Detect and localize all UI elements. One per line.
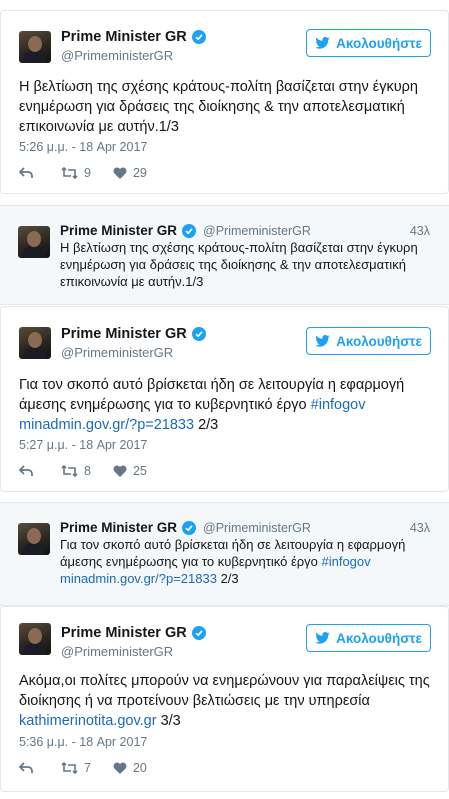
tweet-timestamp[interactable]: 5:26 μ.μ. - 18 Apr 2017 [19, 140, 147, 154]
thread-index: 3/3 [156, 713, 181, 729]
quoted-tweet-age[interactable]: 43λ [410, 521, 430, 535]
author-name[interactable]: Prime Minister GR [61, 625, 187, 641]
reply-icon [19, 465, 33, 476]
follow-label: Ακολουθήστε [336, 35, 422, 51]
retweet-count: 7 [84, 761, 91, 775]
thread-index: 2/3 [194, 417, 219, 433]
tweet-card-1: Prime Minister GR @PrimeministerGR Ακολο… [0, 10, 449, 194]
follow-label: Ακολουθήστε [336, 333, 422, 349]
follow-label: Ακολουθήστε [336, 630, 422, 646]
verified-badge-icon [182, 223, 197, 238]
thread-index: 2/3 [216, 571, 239, 586]
reply-button[interactable] [19, 465, 39, 477]
author-name[interactable]: Prime Minister GR [60, 520, 177, 535]
retweet-button[interactable]: 9 [61, 166, 91, 180]
quoted-tweet-header: Prime Minister GR @PrimeministerGR [60, 223, 311, 238]
twitter-bird-icon [315, 632, 330, 644]
follow-button[interactable]: Ακολουθήστε [306, 624, 431, 652]
author-handle[interactable]: @PrimeministerGR [203, 224, 311, 238]
hashtag-link[interactable]: #infogov [321, 554, 370, 569]
retweet-icon [61, 465, 78, 477]
author-handle[interactable]: @PrimeministerGR [61, 345, 173, 360]
like-button[interactable]: 20 [113, 761, 147, 775]
twitter-bird-icon [315, 37, 330, 49]
author-handle[interactable]: @PrimeministerGR [203, 521, 311, 535]
retweet-button[interactable]: 8 [61, 464, 91, 478]
heart-icon [113, 762, 127, 774]
author-handle[interactable]: @PrimeministerGR [61, 48, 173, 63]
heart-icon [113, 167, 127, 179]
hashtag-link[interactable]: #infogov [311, 397, 366, 413]
retweet-icon [61, 762, 78, 774]
verified-badge-icon [191, 626, 206, 640]
tweet-text-body: Ακόμα,οι πολίτες μπορούν να ενημερώνουν … [19, 673, 430, 709]
avatar[interactable] [18, 226, 50, 258]
author-name[interactable]: Prime Minister GR [61, 326, 187, 342]
avatar[interactable] [19, 623, 51, 655]
quoted-tweet-header: Prime Minister GR @PrimeministerGR [60, 520, 311, 535]
heart-icon [113, 465, 127, 477]
quoted-tweet-1[interactable]: Prime Minister GR @PrimeministerGR 43λ Η… [0, 205, 449, 305]
like-count: 20 [132, 761, 147, 775]
quoted-tweet-2[interactable]: Prime Minister GR @PrimeministerGR 43λ Γ… [0, 502, 449, 606]
reply-icon [19, 762, 33, 773]
twitter-bird-icon [315, 335, 330, 347]
reply-button[interactable] [19, 167, 39, 179]
tweet-text: Ακόμα,οι πολίτες μπορούν να ενημερώνουν … [19, 671, 439, 731]
verified-badge-icon [191, 30, 206, 44]
reply-icon [19, 167, 33, 178]
avatar[interactable] [19, 31, 51, 63]
verified-badge-icon [191, 327, 206, 341]
tweet-text: Η βελτίωση της σχέσης κράτους-πολίτη βασ… [19, 79, 418, 135]
url-link[interactable]: kathimerinotita.gov.gr [19, 713, 157, 729]
retweet-icon [61, 167, 78, 179]
author-handle[interactable]: @PrimeministerGR [61, 644, 173, 659]
tweet-text: Για τον σκοπό αυτό βρίσκεται ήδη σε λειτ… [19, 375, 439, 435]
quoted-tweet-text: Για τον σκοπό αυτό βρίσκεται ήδη σε λειτ… [60, 536, 440, 587]
tweet-actions: 9 29 [19, 166, 169, 180]
retweet-count: 9 [84, 166, 91, 180]
author-name[interactable]: Prime Minister GR [60, 223, 177, 238]
quoted-tweet-age[interactable]: 43λ [410, 224, 430, 238]
reply-button[interactable] [19, 762, 39, 774]
verified-badge-icon [182, 520, 197, 535]
tweet-timestamp[interactable]: 5:27 μ.μ. - 18 Apr 2017 [19, 438, 147, 452]
author-name-row: Prime Minister GR [61, 326, 206, 342]
quoted-tweet-text: Η βελτίωση της σχέσης κράτους-πολίτη βασ… [60, 240, 418, 289]
like-count: 29 [132, 166, 147, 180]
like-button[interactable]: 25 [113, 464, 147, 478]
like-button[interactable]: 29 [113, 166, 147, 180]
tweet-card-2: Prime Minister GR @PrimeministerGR Ακολο… [0, 306, 449, 492]
url-link[interactable]: minadmin.gov.gr/?p=21833 [60, 571, 217, 586]
author-name-row: Prime Minister GR [61, 29, 206, 45]
retweet-button[interactable]: 7 [61, 761, 91, 775]
author-name-row: Prime Minister GR [61, 625, 206, 641]
author-name[interactable]: Prime Minister GR [61, 29, 187, 45]
retweet-count: 8 [84, 464, 91, 478]
follow-button[interactable]: Ακολουθήστε [306, 327, 431, 355]
like-count: 25 [132, 464, 147, 478]
follow-button[interactable]: Ακολουθήστε [306, 29, 431, 57]
url-link[interactable]: minadmin.gov.gr/?p=21833 [19, 417, 194, 433]
avatar[interactable] [19, 327, 51, 359]
tweet-actions: 8 25 [19, 464, 169, 478]
tweet-actions: 7 20 [19, 761, 169, 775]
avatar[interactable] [18, 523, 50, 555]
tweet-timestamp[interactable]: 5:36 μ.μ. - 18 Apr 2017 [19, 735, 147, 749]
tweet-card-3: Prime Minister GR @PrimeministerGR Ακολο… [0, 606, 449, 792]
